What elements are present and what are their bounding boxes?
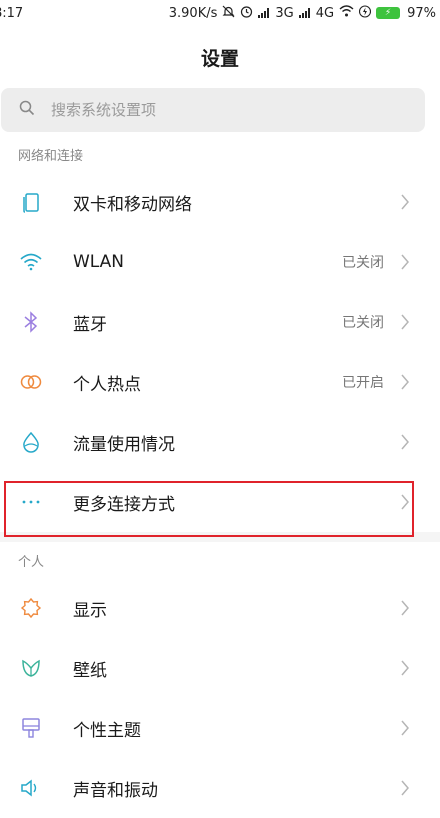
settings-item-label: 个性主题 [73, 720, 141, 741]
settings-item-label: 个人热点 [73, 374, 141, 395]
settings-item-hotspot[interactable]: 个人热点 已开启 [0, 352, 440, 412]
settings-item-wlan[interactable]: WLAN 已关闭 [0, 232, 440, 292]
settings-item-label: 流量使用情况 [73, 434, 175, 455]
more-dots-icon [19, 490, 43, 514]
signal-icon [258, 8, 270, 18]
status-time: 8:17 [0, 5, 24, 21]
sound-icon [19, 776, 43, 800]
section-header-network: 网络和连接 [18, 148, 84, 164]
hotspot-icon [19, 370, 43, 394]
search-input[interactable] [49, 100, 353, 120]
settings-item-bluetooth[interactable]: 蓝牙 已关闭 [0, 292, 440, 352]
settings-item-label: 声音和振动 [73, 780, 158, 801]
chevron-right-icon [400, 660, 410, 676]
settings-item-label: 更多连接方式 [73, 494, 175, 515]
sim-card-icon [19, 190, 43, 214]
chevron-right-icon [400, 374, 410, 390]
settings-item-value: 已关闭 [342, 315, 384, 331]
network-type-2: 4G [315, 5, 335, 21]
battery-level: 97% [407, 5, 436, 21]
chevron-right-icon [400, 600, 410, 616]
settings-item-label: 显示 [73, 600, 107, 621]
settings-item-label: 双卡和移动网络 [73, 194, 192, 215]
theme-brush-icon [19, 716, 43, 740]
settings-item-value: 已关闭 [342, 255, 384, 271]
settings-item-wallpaper[interactable]: 壁纸 [0, 638, 440, 698]
silent-icon [222, 5, 235, 22]
settings-item-sound[interactable]: 声音和振动 [0, 758, 440, 818]
settings-item-label: 壁纸 [73, 660, 107, 681]
chevron-right-icon [400, 434, 410, 450]
settings-item-themes[interactable]: 个性主题 [0, 698, 440, 758]
section-divider [0, 532, 440, 542]
status-bar: 8:17 3.90K/s 3G 4G ⚡ 97% [0, 0, 440, 26]
section-header-personal: 个人 [18, 554, 45, 570]
search-icon [19, 100, 35, 120]
settings-item-more-connections[interactable]: 更多连接方式 [0, 472, 440, 532]
settings-item-label: 蓝牙 [73, 314, 107, 335]
chevron-right-icon [400, 254, 410, 270]
wallpaper-icon [19, 656, 43, 680]
settings-item-value: 已开启 [342, 375, 384, 391]
chevron-right-icon [400, 720, 410, 736]
search-box[interactable] [1, 88, 425, 132]
title-bar: 设置 [0, 26, 440, 88]
chevron-right-icon [400, 314, 410, 330]
wifi-icon [19, 250, 43, 274]
alarm-icon [240, 5, 253, 22]
chevron-right-icon [400, 780, 410, 796]
display-sun-icon [19, 596, 43, 620]
settings-item-label: WLAN [73, 252, 125, 272]
page-title: 设置 [200, 47, 239, 70]
network-type-1: 3G [275, 5, 294, 21]
network-speed: 3.90K/s [168, 5, 218, 21]
charging-icon [359, 4, 372, 22]
data-usage-icon [19, 430, 43, 454]
chevron-right-icon [400, 494, 410, 510]
battery-icon: ⚡ [376, 7, 401, 19]
chevron-right-icon [400, 194, 410, 210]
signal-icon-2 [298, 8, 311, 18]
settings-item-data-usage[interactable]: 流量使用情况 [0, 412, 440, 472]
bluetooth-icon [19, 310, 43, 334]
settings-item-dual-sim[interactable]: 双卡和移动网络 [0, 172, 440, 232]
status-indicators: 3.90K/s 3G 4G ⚡ 97% [168, 4, 436, 22]
wifi-status-icon [339, 5, 354, 21]
settings-item-display[interactable]: 显示 [0, 578, 440, 638]
